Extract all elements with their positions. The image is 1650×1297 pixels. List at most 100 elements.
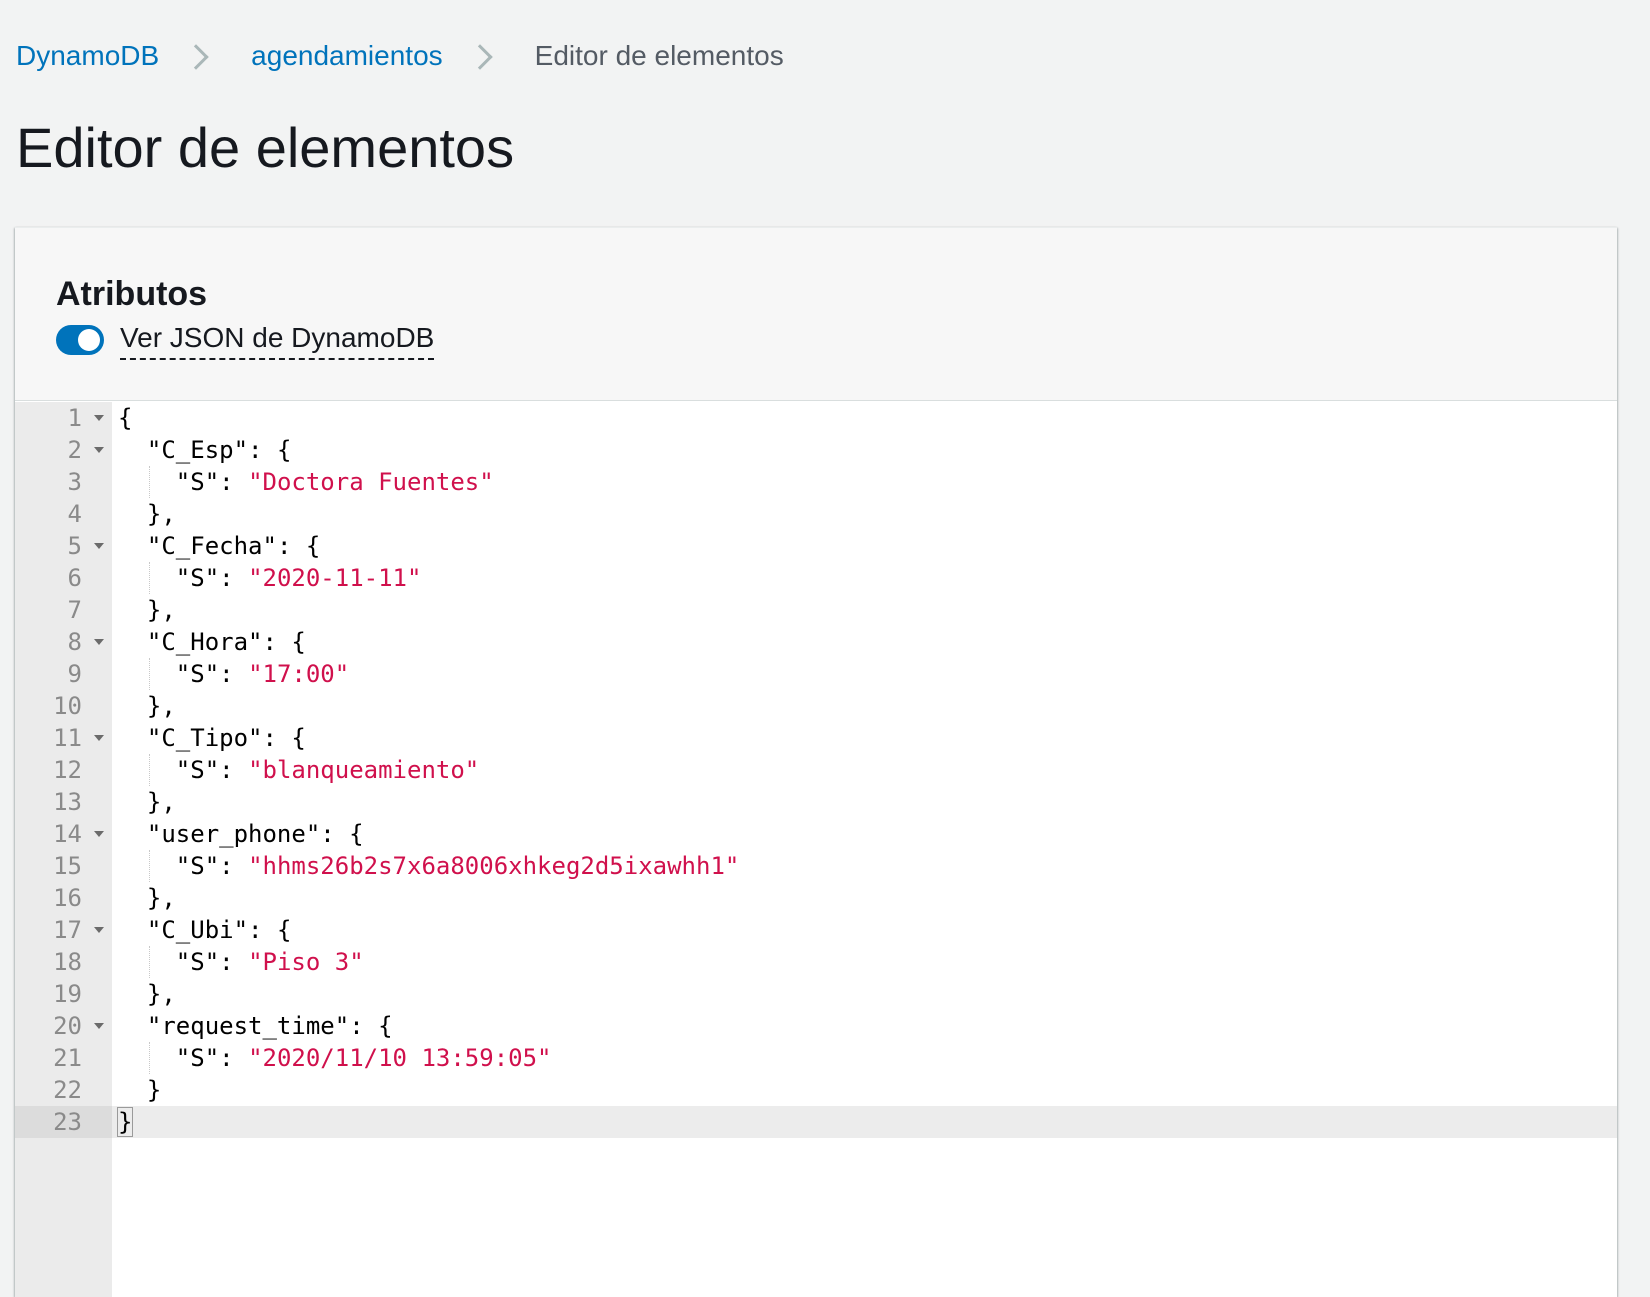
code-line[interactable]: 3 "S": "Doctora Fuentes"	[15, 466, 1617, 498]
json-key: "S"	[175, 1044, 220, 1072]
json-punctuation: : {	[248, 436, 292, 464]
json-key: "S"	[175, 948, 220, 976]
json-punctuation: },	[146, 980, 176, 1008]
code-text: "C_Ubi": {	[147, 914, 292, 946]
code-line[interactable]: 8 "C_Hora": {	[15, 626, 1617, 658]
line-number: 2	[67, 436, 82, 464]
json-punctuation: },	[146, 500, 176, 528]
line-number-cell: 18	[15, 946, 112, 978]
section-title: Atributos	[56, 275, 208, 313]
json-key: "S"	[175, 660, 220, 688]
code-line[interactable]: 1{	[15, 402, 1617, 434]
code-line[interactable]: 5 "C_Fecha": {	[15, 530, 1617, 562]
json-punctuation: },	[146, 788, 176, 816]
code-text: "S": "Doctora Fuentes"	[176, 466, 494, 498]
code-line[interactable]: 17 "C_Ubi": {	[15, 914, 1617, 946]
line-number: 14	[53, 820, 82, 848]
code-text: "request_time": {	[147, 1010, 393, 1042]
indent-guide	[148, 658, 150, 690]
code-line[interactable]: 7},	[15, 594, 1617, 626]
code-text: {	[118, 402, 132, 434]
json-string-value: "Piso 3"	[248, 948, 364, 976]
line-number-cell: 14	[15, 818, 112, 850]
line-number: 10	[53, 692, 82, 720]
code-text: "C_Tipo": {	[147, 722, 306, 754]
json-punctuation: },	[146, 692, 176, 720]
breadcrumb-table-link[interactable]: agendamientos	[251, 36, 442, 76]
json-key: "C_Fecha"	[146, 532, 277, 560]
line-number-cell: 22	[15, 1074, 112, 1106]
fold-toggle-icon[interactable]	[94, 927, 104, 933]
code-line[interactable]: 19},	[15, 978, 1617, 1010]
code-line[interactable]: 13},	[15, 786, 1617, 818]
json-key: "C_Tipo"	[146, 724, 263, 752]
chevron-right-icon	[183, 41, 213, 71]
fold-toggle-icon[interactable]	[94, 735, 104, 741]
code-text: "S": "blanqueamiento"	[176, 754, 479, 786]
code-text: "C_Fecha": {	[147, 530, 320, 562]
json-string-value: "2020-11-11"	[248, 564, 422, 592]
code-line[interactable]: 16},	[15, 882, 1617, 914]
json-punctuation: : {	[248, 916, 292, 944]
fold-toggle-icon[interactable]	[94, 1023, 104, 1029]
fold-toggle-icon[interactable]	[94, 447, 104, 453]
json-key: "request_time"	[146, 1012, 350, 1040]
line-number: 7	[67, 596, 82, 624]
code-line[interactable]: 15 "S": "hhms26b2s7x6a8006xhkeg2d5ixawhh1…	[15, 850, 1617, 882]
json-code-editor[interactable]: 1{2 "C_Esp": {3 "S": "Doctora Fuentes" 4}, 5…	[15, 402, 1617, 1297]
json-punctuation: :	[219, 564, 249, 592]
dynamodb-json-toggle[interactable]	[56, 325, 104, 355]
code-text: "S": "2020-11-11"	[176, 562, 422, 594]
chevron-right-icon	[467, 41, 497, 71]
code-line[interactable]: 2 "C_Esp": {	[15, 434, 1617, 466]
json-key: "S"	[175, 468, 220, 496]
line-number-cell: 13	[15, 786, 112, 818]
json-punctuation: {	[118, 404, 133, 432]
code-text: },	[147, 690, 176, 722]
fold-toggle-icon[interactable]	[94, 415, 104, 421]
line-number: 6	[67, 564, 82, 592]
json-punctuation: :	[219, 660, 249, 688]
json-string-value: "hhms26b2s7x6a8006xhkeg2d5ixawhh1"	[248, 852, 740, 880]
code-line[interactable]: 22}	[15, 1074, 1617, 1106]
json-key: "C_Hora"	[146, 628, 263, 656]
code-line[interactable]: 23}	[15, 1106, 1617, 1138]
line-number-cell: 8	[15, 626, 112, 658]
code-line[interactable]: 20 "request_time": {	[15, 1010, 1617, 1042]
code-line[interactable]: 14 "user_phone": {	[15, 818, 1617, 850]
json-string-value: "17:00"	[248, 660, 350, 688]
line-number-cell: 6	[15, 562, 112, 594]
fold-toggle-icon[interactable]	[94, 543, 104, 549]
line-number-cell: 11	[15, 722, 112, 754]
line-number: 13	[53, 788, 82, 816]
line-number: 16	[53, 884, 82, 912]
code-line[interactable]: 9 "S": "17:00"	[15, 658, 1617, 690]
code-line[interactable]: 11 "C_Tipo": {	[15, 722, 1617, 754]
code-line[interactable]: 21 "S": "2020/11/10 13:59:05"	[15, 1042, 1617, 1074]
json-punctuation: },	[146, 884, 176, 912]
line-number: 1	[67, 404, 82, 432]
line-number-cell: 9	[15, 658, 112, 690]
line-number-cell: 10	[15, 690, 112, 722]
breadcrumb-dynamodb-link[interactable]: DynamoDB	[16, 36, 159, 76]
json-string-value: "Doctora Fuentes"	[248, 468, 494, 496]
dynamodb-json-toggle-label[interactable]: Ver JSON de DynamoDB	[120, 320, 435, 360]
code-line[interactable]: 18 "S": "Piso 3"	[15, 946, 1617, 978]
code-line[interactable]: 6 "S": "2020-11-11"	[15, 562, 1617, 594]
code-line[interactable]: 10},	[15, 690, 1617, 722]
fold-toggle-icon[interactable]	[94, 831, 104, 837]
code-text: "C_Esp": {	[147, 434, 292, 466]
fold-toggle-icon[interactable]	[94, 639, 104, 645]
code-line[interactable]: 4},	[15, 498, 1617, 530]
line-number-cell: 15	[15, 850, 112, 882]
code-text: "S": "17:00"	[176, 658, 349, 690]
json-key: "user_phone"	[146, 820, 321, 848]
indent-guide	[148, 754, 150, 786]
line-number: 11	[53, 724, 82, 752]
line-number: 12	[53, 756, 82, 784]
code-text: },	[147, 594, 176, 626]
code-text: },	[147, 882, 176, 914]
code-line[interactable]: 12 "S": "blanqueamiento"	[15, 754, 1617, 786]
line-number: 15	[53, 852, 82, 880]
code-text: "C_Hora": {	[147, 626, 306, 658]
